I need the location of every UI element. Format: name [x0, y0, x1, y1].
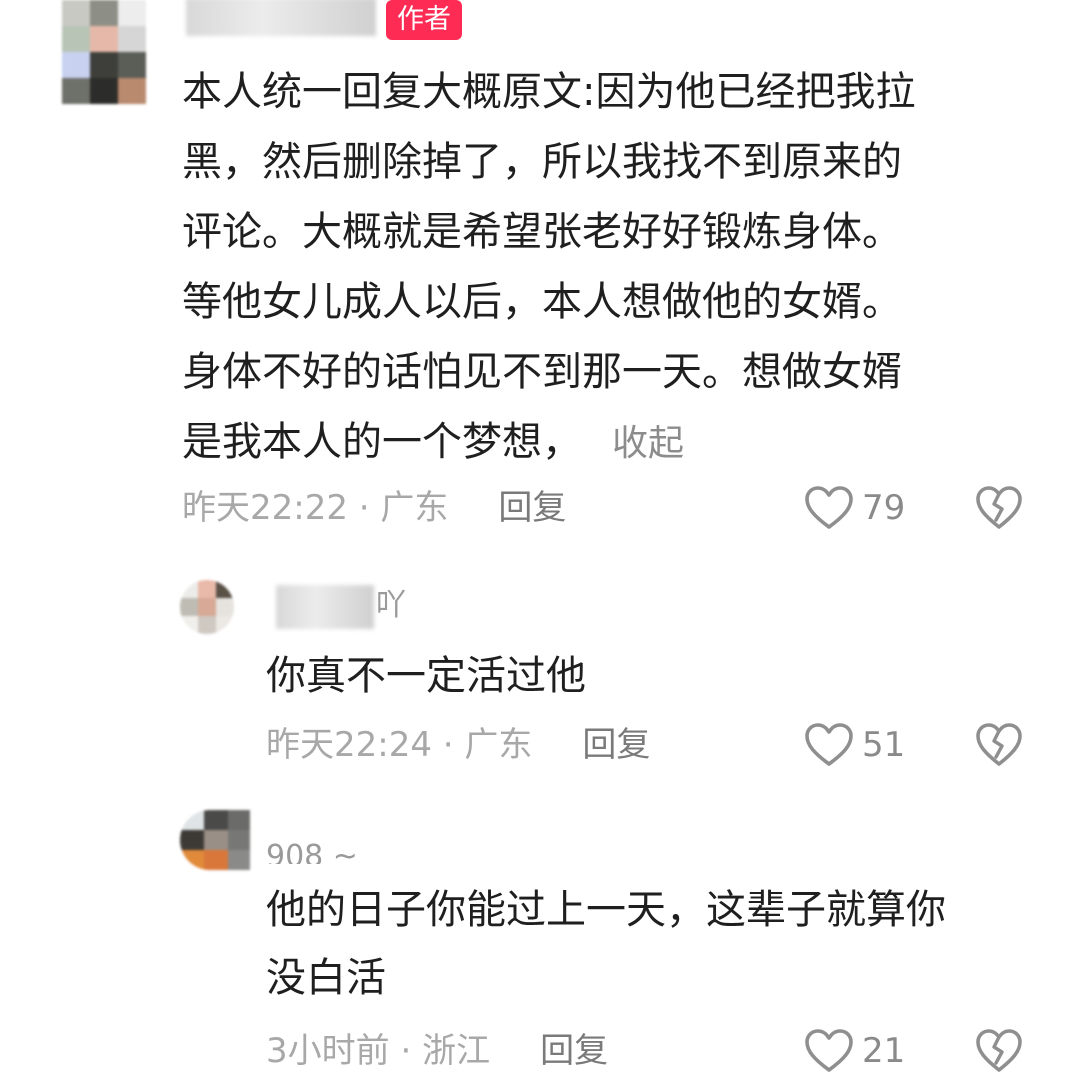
comment-line: 本人统一回复大概原文:因为他已经把我拉	[182, 69, 916, 115]
like-button[interactable]: 21	[804, 1026, 905, 1076]
comment-line: 黑，然后删除掉了，所以我找不到原来的	[182, 139, 902, 185]
comment-line: 身体不好的话怕见不到那一天。想做女婿	[182, 349, 902, 395]
like-count: 79	[862, 488, 906, 528]
avatar[interactable]	[180, 580, 234, 634]
like-button[interactable]: 79	[804, 483, 905, 533]
like-button[interactable]: 51	[804, 720, 905, 770]
comment-line-last: 是我本人的一个梦想， 收起	[182, 407, 915, 479]
like-count: 21	[862, 1031, 906, 1071]
heart-icon	[805, 486, 853, 529]
username-visible-part: 908 ~	[266, 839, 358, 864]
location: 广东	[380, 488, 449, 528]
meta-separator: ·	[431, 725, 465, 765]
comment-meta: 昨天22:22 · 广东 回复	[182, 483, 566, 533]
comment-line: 评论。大概就是希望张老好好锻炼身体。	[182, 209, 902, 255]
timestamp: 昨天22:22	[182, 488, 348, 528]
comment-meta: 昨天22:24 · 广东 回复	[266, 720, 650, 770]
collapse-button[interactable]: 收起	[612, 423, 684, 464]
username[interactable]: 908 ~	[266, 818, 358, 864]
comment-body: 本人统一回复大概原文:因为他已经把我拉 黑，然后删除掉了，所以我找不到原来的 评…	[182, 57, 915, 479]
blurred-username	[186, 0, 376, 36]
reply-button[interactable]: 回复	[582, 725, 650, 765]
heart-icon	[805, 723, 853, 766]
like-count: 51	[862, 725, 906, 765]
comment-line-text: 是我本人的一个梦想，	[182, 419, 582, 465]
avatar[interactable]	[180, 810, 250, 870]
comment-body: 他的日子你能过上一天，这辈子就算你 没白活	[266, 876, 946, 1012]
comment-line: 他的日子你能过上一天，这辈子就算你	[266, 887, 946, 933]
blurred-username	[276, 584, 374, 629]
comment-line: 你真不一定活过他	[266, 653, 586, 699]
timestamp: 昨天22:24	[266, 725, 432, 765]
username[interactable]	[186, 0, 382, 38]
broken-heart-icon[interactable]	[975, 1028, 1023, 1074]
timestamp: 3小时前	[266, 1031, 390, 1071]
reply-button[interactable]: 回复	[498, 488, 566, 528]
broken-heart-icon[interactable]	[975, 722, 1023, 768]
comment-body: 你真不一定活过他	[266, 644, 586, 708]
username-visible-part: 吖	[376, 588, 406, 623]
comment-line: 等他女儿成人以后，本人想做他的女婿。	[182, 279, 902, 325]
location: 浙江	[422, 1031, 491, 1071]
heart-icon	[805, 1029, 853, 1072]
meta-separator: ·	[389, 1031, 423, 1071]
reply-button[interactable]: 回复	[540, 1031, 608, 1071]
avatar[interactable]	[62, 0, 146, 104]
author-badge: 作者	[386, 0, 462, 40]
comment-line: 没白活	[266, 955, 386, 1001]
meta-separator: ·	[347, 488, 381, 528]
username[interactable]: 吖	[276, 582, 406, 630]
broken-heart-icon[interactable]	[975, 485, 1023, 531]
comment-meta: 3小时前 · 浙江 回复	[266, 1026, 608, 1076]
location: 广东	[464, 725, 533, 765]
